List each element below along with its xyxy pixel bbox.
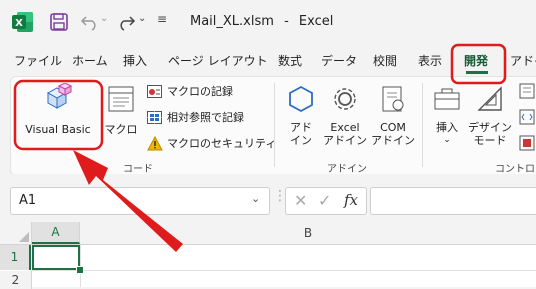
visual-basic-highlight: [13, 79, 104, 151]
annotation-overlay: [13, 43, 507, 252]
developer-tab-highlight: [450, 43, 507, 85]
arrow-icon: [73, 150, 183, 252]
